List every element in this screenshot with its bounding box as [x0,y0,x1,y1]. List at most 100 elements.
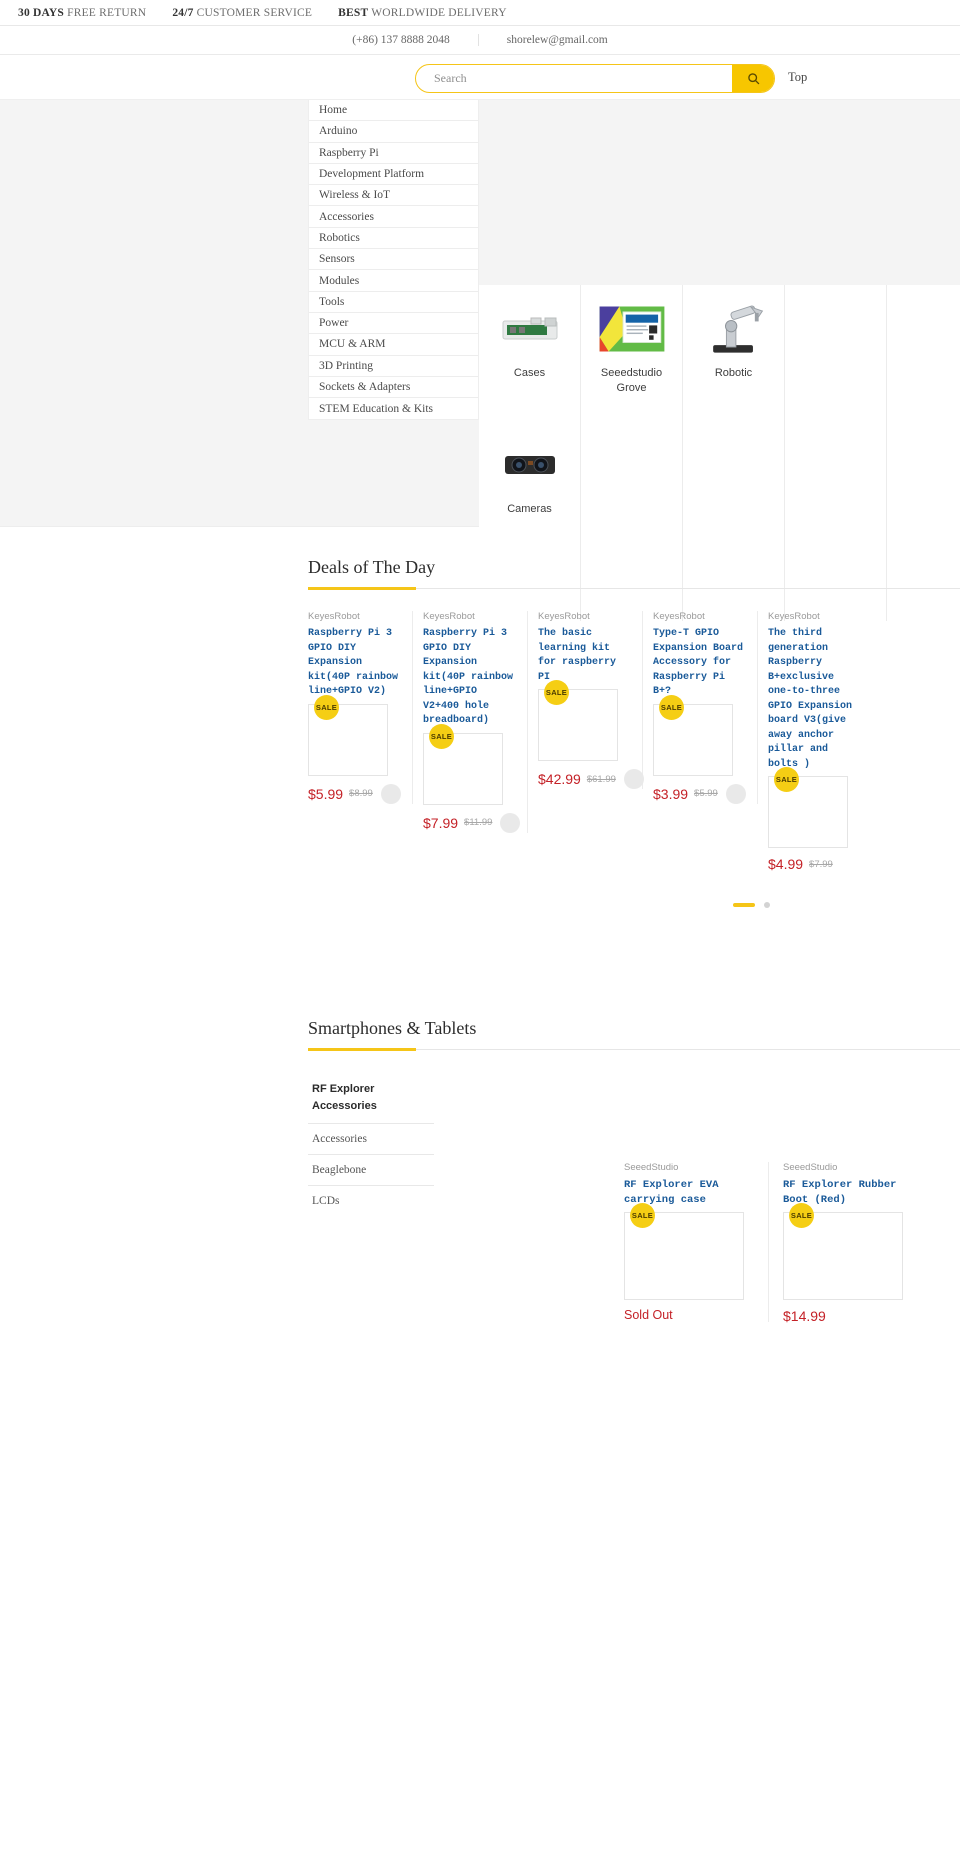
smartphones-products: SeeedStudio RF Explorer EVA carrying cas… [624,1162,942,1324]
category-cases[interactable]: Cases [479,297,580,381]
product-card[interactable]: SeeedStudio RF Explorer EVA carrying cas… [624,1162,769,1323]
tab-label: RF Explorer Accessories [312,1083,377,1112]
menu-label: Power [319,317,349,330]
raspberry-pi-clear-case-icon [494,297,566,361]
search-icon [747,73,759,85]
menu-item-stem-education[interactable]: STEM Education & Kits [309,398,478,419]
price-row: $7.99 $11.99 [423,812,521,833]
menu-item-mcu-arm[interactable]: MCU & ARM [309,334,478,356]
add-to-cart-button[interactable] [725,783,746,804]
menu-item-3d-printing[interactable]: 3D Printing [309,356,478,377]
camera-module-icon [494,433,566,497]
grove-base-kit-box-icon [596,297,668,361]
category-menu: Home Arduino Raspberry Pi Development Pl… [308,100,479,421]
product-price: Sold Out [624,1308,673,1323]
product-price: $14.99 [783,1308,826,1325]
category-cameras[interactable]: Cameras [479,433,580,517]
menu-label: Sockets & Adapters [319,381,411,393]
smartphones-section: Smartphones & Tablets RF Explorer Access… [0,908,960,1324]
product-card[interactable]: KeyesRobot The third generation Raspberr… [768,611,873,872]
tab-label: Accessories [312,1133,367,1145]
category-seeedstudio-grove[interactable]: Seeedstudio Grove [581,297,682,396]
price-row: $4.99 $7.99 [768,856,863,872]
product-title[interactable]: The basic learning kit for raspberry PI [538,627,632,685]
menu-item-home[interactable]: Home [309,100,478,122]
tab-accessories[interactable]: Accessories [308,1124,434,1155]
search-button[interactable] [732,65,774,92]
robotic-arm-icon [698,297,770,361]
product-image[interactable]: SALE [783,1203,903,1301]
sale-badge: SALE [659,694,684,720]
product-compare-price: $7.99 [809,858,833,870]
product-card[interactable]: KeyesRobot Raspberry Pi 3 GPIO DIY Expan… [308,611,413,804]
search-input[interactable] [416,65,732,92]
category-column: Robotic [683,285,785,621]
product-vendor: SeeedStudio [783,1162,838,1173]
menu-item-sockets-adapters[interactable]: Sockets & Adapters [309,377,478,399]
announcement-item: 30 DAYS FREE RETURN [18,7,146,19]
category-robotic[interactable]: Robotic [683,297,784,381]
product-title[interactable]: Raspberry Pi 3 GPIO DIY Expansion kit(40… [423,627,517,729]
contact-phone[interactable]: (+86) 137 8888 2048 [352,34,479,46]
sale-badge: SALE [314,694,339,720]
add-to-cart-button[interactable] [500,812,521,833]
announcement-item: BEST WORLDWIDE DELIVERY [338,7,507,19]
product-price: $42.99 [538,771,581,787]
product-compare-price: $61.99 [586,773,616,785]
menu-item-raspberry-pi[interactable]: Raspberry Pi [309,143,478,164]
product-image[interactable]: SALE [423,723,503,805]
product-title[interactable]: The third generation Raspberry B+exclusi… [768,627,863,772]
product-price: $3.99 [653,785,689,802]
product-image[interactable]: SALE [768,767,848,848]
sale-badge: SALE [789,1203,814,1229]
product-vendor: KeyesRobot [538,611,590,622]
menu-item-accessories[interactable]: Accessories [309,206,478,228]
contact-email[interactable]: shorelew@gmail.com [479,34,608,46]
product-price: $7.99 [423,814,459,831]
product-compare-price: $11.99 [464,817,493,828]
menu-item-development-platform[interactable]: Development Platform [309,164,478,186]
sale-badge: SALE [544,680,569,705]
tab-beaglebone[interactable]: Beaglebone [308,1155,434,1186]
menu-item-robotics[interactable]: Robotics [309,228,478,250]
product-image[interactable]: SALE [624,1203,744,1301]
top-link[interactable]: Top [788,70,807,85]
add-to-cart-button[interactable] [380,783,401,804]
mega-menu-panel: Cases Cameras Seeedstudio Grove Robotic [479,285,960,621]
product-title[interactable]: Raspberry Pi 3 GPIO DIY Expansion kit(40… [308,627,402,700]
tab-lcds[interactable]: LCDs [308,1186,434,1216]
sale-badge: SALE [630,1203,655,1229]
product-image[interactable]: SALE [308,694,388,776]
announcement-strong: BEST [338,6,369,19]
product-compare-price: $8.99 [349,788,373,799]
menu-item-arduino[interactable]: Arduino [309,121,478,143]
menu-label: MCU & ARM [319,338,386,351]
price-row: $3.99 $5.99 [653,783,747,804]
deals-carousel[interactable]: KeyesRobot Raspberry Pi 3 GPIO DIY Expan… [308,611,960,872]
tab-rf-explorer-accessories[interactable]: RF Explorer Accessories [308,1072,434,1124]
announcement-bar: 30 DAYS FREE RETURN 24/7 CUSTOMER SERVIC… [0,0,960,26]
product-card[interactable]: KeyesRobot The basic learning kit for ra… [538,611,644,789]
menu-label: Sensors [319,253,355,266]
product-title[interactable]: Type-T GPIO Expansion Board Accessory fo… [653,627,747,700]
product-price: $4.99 [768,856,804,872]
robot-arm-image [712,305,763,353]
menu-label: Arduino [319,125,358,138]
product-image[interactable]: SALE [653,694,733,776]
carousel-dot-active[interactable] [733,903,755,907]
menu-item-sensors[interactable]: Sensors [309,249,478,271]
product-card[interactable]: KeyesRobot Raspberry Pi 3 GPIO DIY Expan… [423,611,528,833]
product-vendor: SeeedStudio [624,1162,679,1173]
menu-label: Development Platform [319,168,425,181]
product-image[interactable]: SALE [538,680,618,761]
add-to-cart-button[interactable] [623,769,644,789]
announcement-rest: WORLDWIDE DELIVERY [371,6,507,19]
category-column: Seeedstudio Grove [581,285,683,621]
menu-item-power[interactable]: Power [309,313,478,335]
menu-item-modules[interactable]: Modules [309,270,478,292]
menu-item-wireless-iot[interactable]: Wireless & IoT [309,185,478,207]
carousel-dot[interactable] [764,902,770,908]
product-card[interactable]: SeeedStudio RF Explorer Rubber Boot (Red… [783,1162,928,1324]
menu-item-tools[interactable]: Tools [309,292,478,313]
product-card[interactable]: KeyesRobot Type-T GPIO Expansion Board A… [653,611,758,804]
